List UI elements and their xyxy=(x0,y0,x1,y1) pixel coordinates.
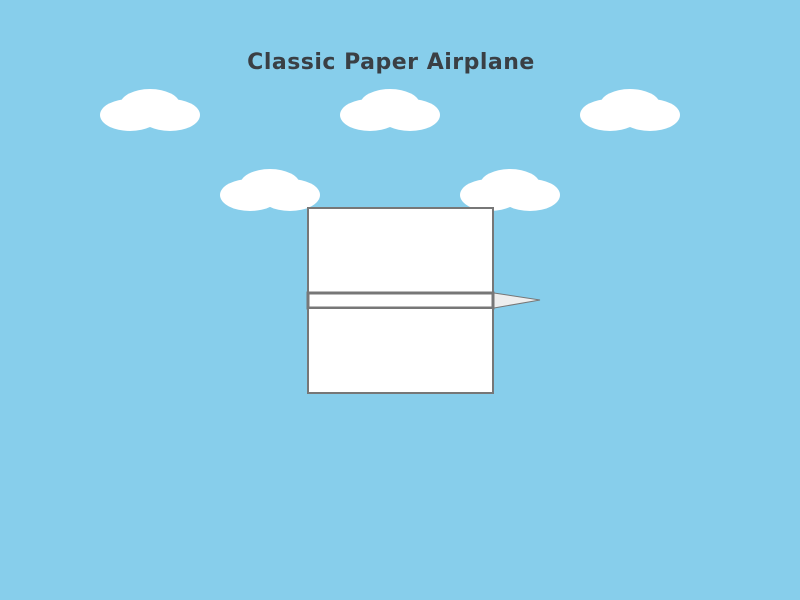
cloud-icon xyxy=(460,169,560,211)
lower-wing xyxy=(307,307,494,394)
cloud-icon xyxy=(220,169,320,211)
cloud-icon xyxy=(340,89,440,131)
fuselage xyxy=(306,291,495,310)
cloud-icon xyxy=(100,89,200,131)
cloud-icon xyxy=(580,89,680,131)
paper-airplane-icon xyxy=(306,207,541,394)
airplane-scene xyxy=(100,89,680,394)
upper-wing xyxy=(307,207,494,294)
airplane-nose xyxy=(493,292,541,309)
